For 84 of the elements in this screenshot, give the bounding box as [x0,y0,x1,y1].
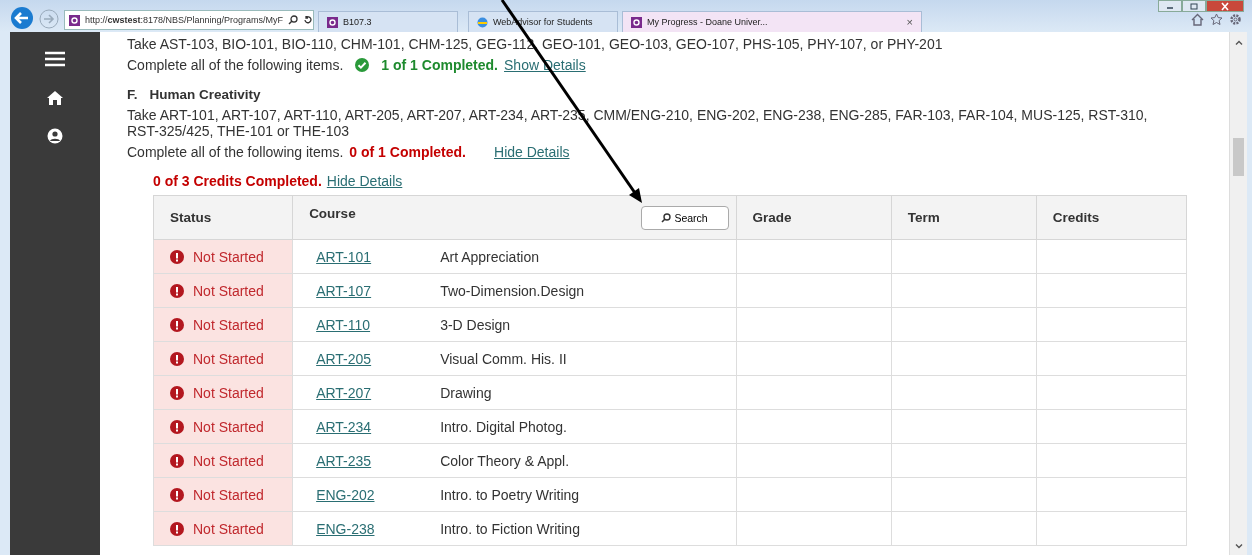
status-text: Not Started [193,248,264,265]
column-header: Status [153,195,293,240]
scroll-up-icon [1234,40,1243,45]
details-link[interactable]: Hide Details [326,173,403,189]
details-link[interactable]: Hide Details [494,143,570,160]
course-title: Intro. Digital Photog. [440,418,567,435]
back-button[interactable] [10,6,34,30]
menu-button[interactable] [44,50,66,68]
tab-close[interactable]: × [906,16,913,28]
course-title: Art Appreciation [440,248,539,265]
course-title: Visual Comm. His. II [440,350,567,367]
browser-tab[interactable]: My Progress - Doane Univer... × [622,11,922,32]
scroll-down-icon [1234,544,1243,549]
profile-button[interactable] [47,128,63,144]
course-title: Drawing [440,384,492,401]
settings-icon [1229,13,1242,26]
course-code-link[interactable]: ART-101 [316,248,441,265]
status-text: Not Started [193,384,264,401]
section-letter: F. [127,87,138,102]
alert-circle-icon [170,521,184,536]
course-code-link[interactable]: ART-107 [316,282,441,299]
alert-circle-icon [170,385,184,400]
home-icon [47,90,63,106]
course-code-link[interactable]: ART-207 [316,384,441,401]
column-header: Grade [736,195,892,240]
status-text: Not Started [193,350,264,367]
course-code-link[interactable]: ENG-238 [316,520,441,537]
course-title: Color Theory & Appl. [440,452,570,469]
section-title: Human Creativity [149,87,261,102]
tab-icon [327,16,338,28]
progress-status: 1 of 1 Completed. [381,56,498,73]
instruction-text: Complete all of the following items. [127,143,344,160]
status-text: Not Started [193,452,264,469]
course-title: Intro. to Fiction Writing [440,520,580,537]
alert-circle-icon [170,249,184,264]
search-icon [288,15,299,25]
alert-circle-icon [170,453,184,468]
status-text: Not Started [193,316,264,333]
address-bar[interactable]: http://cwstest:8178/NBS/Planning/Programs/MyF [64,10,314,30]
course-title: Two-Dimension.Design [440,282,585,299]
status-text: Not Started [193,418,264,435]
check-circle-icon [355,57,370,72]
instruction-text: Complete all of the following items. [127,56,344,73]
tab-icon [631,16,642,28]
course-code-link[interactable]: ART-234 [316,418,441,435]
user-icon [47,128,63,144]
alert-circle-icon [170,283,184,298]
url-text: http://cwstest:8178/NBS/Planning/Programs/MyF [85,15,284,25]
alert-circle-icon [170,419,184,434]
course-code-link[interactable]: ENG-202 [316,486,441,503]
tab-title: My Progress - Doane Univer... [647,17,768,27]
tab-title: B107.3 [343,17,372,27]
maximize-icon [1188,1,1200,11]
alert-circle-icon [170,487,184,502]
column-header: Credits [1036,195,1187,240]
tab-icon [477,16,488,28]
close-icon [1220,1,1230,11]
course-code-link[interactable]: ART-205 [316,350,441,367]
credits-status: 0 of 3 Credits Completed. [153,173,322,189]
menu-icon [44,50,66,68]
home-icon [1191,13,1204,26]
page-icon [69,14,80,26]
refresh-icon [303,15,313,25]
course-code-link[interactable]: ART-235 [316,452,441,469]
column-header: Term [891,195,1037,240]
status-text: Not Started [193,486,264,503]
maximize-button[interactable] [1182,0,1206,12]
progress-status: 0 of 1 Completed. [349,143,466,160]
search-icon [661,212,672,223]
course-title: 3-D Design [440,316,511,333]
status-text: Not Started [193,282,264,299]
alert-circle-icon [170,351,184,366]
home-button[interactable] [47,90,63,106]
close-button[interactable] [1206,0,1244,12]
course-title: Intro. to Poetry Writing [440,486,580,503]
minimize-button[interactable] [1158,0,1182,12]
status-text: Not Started [193,520,264,537]
star-icon [1210,13,1223,26]
search-button[interactable]: Search [640,205,729,230]
course-code-link[interactable]: ART-110 [316,316,441,333]
browser-tab[interactable]: B107.3 [318,11,458,32]
scroll-thumb[interactable] [1233,138,1244,176]
column-header: Course [309,206,356,221]
alert-circle-icon [170,317,184,332]
